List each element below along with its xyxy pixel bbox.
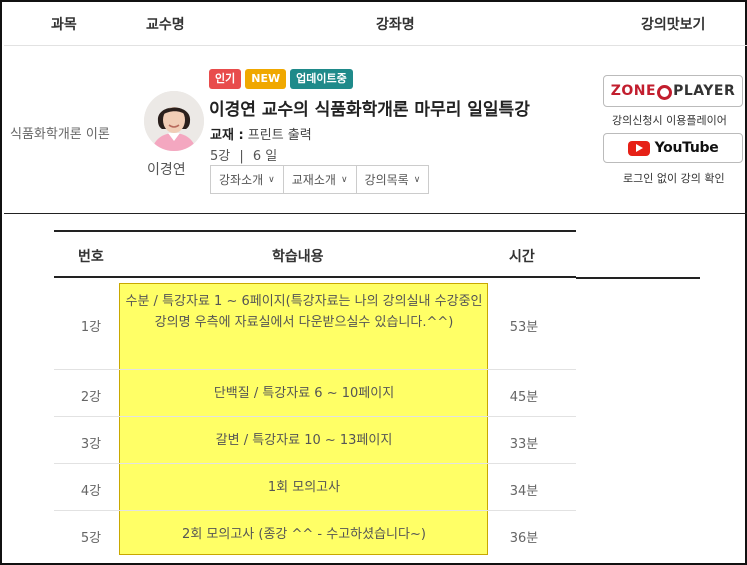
lecture-time: 36분 <box>509 531 539 546</box>
textbook-value: 프린트 출력 <box>247 128 312 143</box>
course-subject: 식품화학개론 이론 <box>10 127 110 142</box>
badge-updating: 업데이트중 <box>290 69 353 89</box>
lecture-list-dropdown[interactable]: 강의목록 ∨ <box>357 166 429 193</box>
lecture-number: 1강 <box>80 320 102 335</box>
course-menu: 강좌소개 ∨ 교재소개 ∨ 강의목록 ∨ <box>210 165 430 194</box>
badge-new: NEW <box>245 69 287 89</box>
lecture-content: 수분 / 특강자료 1 ~ 6페이지(특강자료는 나의 강의실내 수강중인 강의… <box>125 294 483 330</box>
zone-logo-right: PLAYER <box>673 83 736 99</box>
lecture-number: 4강 <box>80 484 102 499</box>
header-subject: 과목 <box>51 17 77 33</box>
chevron-down-icon: ∨ <box>413 174 421 185</box>
lecture-table-header: 번호 학습내용 시간 <box>54 230 576 278</box>
course-intro-dropdown[interactable]: 강좌소개 ∨ <box>211 166 284 193</box>
table-divider <box>576 277 700 279</box>
zone-player-button[interactable]: ZONE PLAYER <box>603 75 743 107</box>
textbook-info: 교재 : 프린트 출력 <box>210 124 312 143</box>
course-row: 식품화학개론 이론 이경연 인기 NEW 업데이트중 이경연 교수의 식품화학개… <box>4 47 747 214</box>
lecture-row[interactable]: 2강 단백질 / 특강자료 6 ~ 10페이지 45분 <box>54 370 576 417</box>
page-frame: 과목 교수명 강좌명 강의맛보기 식품화학개론 이론 이경연 인기 NEW 업데… <box>0 0 747 565</box>
course-table-header: 과목 교수명 강좌명 강의맛보기 <box>4 4 747 46</box>
zone-logo-left: ZONE <box>610 83 657 99</box>
lecture-table: 번호 학습내용 시간 <box>54 230 576 278</box>
youtube-icon <box>627 140 650 156</box>
lecture-content: 단백질 / 특강자료 6 ~ 10페이지 <box>213 386 395 401</box>
lecture-number: 2강 <box>80 390 102 405</box>
chevron-down-icon: ∨ <box>340 174 348 185</box>
badge-group: 인기 NEW 업데이트중 <box>209 69 353 89</box>
lecture-content: 갈변 / 특강자료 10 ~ 13페이지 <box>215 433 393 448</box>
lecture-time: 34분 <box>509 484 539 499</box>
header-number: 번호 <box>78 249 104 265</box>
badge-popular: 인기 <box>209 69 242 89</box>
lecture-row[interactable]: 5강 2회 모의고사 (종강 ^^ - 수고하셨습니다~) 36분 <box>54 511 576 558</box>
lecture-content: 1회 모의고사 <box>267 480 341 495</box>
lecture-list-label: 강의목록 <box>364 173 409 187</box>
professor-name: 이경연 <box>147 162 186 178</box>
textbook-intro-dropdown[interactable]: 교재소개 ∨ <box>284 166 357 193</box>
lecture-row[interactable]: 1강 수분 / 특강자료 1 ~ 6페이지(특강자료는 나의 강의실내 수강중인… <box>54 278 576 370</box>
course-meta: 5강 | 6 일 <box>210 145 277 164</box>
lecture-count: 5강 <box>210 149 231 164</box>
course-days: 6 일 <box>252 149 278 164</box>
youtube-label: YouTube <box>654 140 719 156</box>
lecture-row[interactable]: 4강 1회 모의고사 34분 <box>54 464 576 511</box>
lecture-time: 45분 <box>509 390 539 405</box>
meta-separator: | <box>239 149 244 164</box>
header-time: 시간 <box>509 249 535 265</box>
textbook-label: 교재 : <box>210 128 244 143</box>
course-intro-label: 강좌소개 <box>219 173 264 187</box>
lecture-number: 3강 <box>80 437 102 452</box>
header-content: 학습내용 <box>272 249 324 265</box>
header-professor: 교수명 <box>146 17 185 33</box>
zone-player-caption: 강의신청시 이용플레이어 <box>612 114 727 127</box>
course-title[interactable]: 이경연 교수의 식품화학개론 마무리 일일특강 <box>209 95 530 120</box>
professor-avatar <box>144 91 204 151</box>
lecture-number: 5강 <box>80 531 102 546</box>
youtube-button[interactable]: YouTube <box>603 133 743 163</box>
lecture-content: 2회 모의고사 (종강 ^^ - 수고하셨습니다~) <box>182 527 426 542</box>
lecture-row[interactable]: 3강 갈변 / 특강자료 10 ~ 13페이지 33분 <box>54 417 576 464</box>
youtube-caption: 로그인 없이 강의 확인 <box>623 172 725 185</box>
chevron-down-icon: ∨ <box>268 174 275 185</box>
play-circle-icon <box>657 84 673 100</box>
header-course: 강좌명 <box>376 17 415 33</box>
lecture-time: 53분 <box>509 320 539 335</box>
textbook-intro-label: 교재소개 <box>291 173 336 187</box>
lecture-time: 33분 <box>509 437 539 452</box>
header-preview: 강의맛보기 <box>641 17 706 33</box>
